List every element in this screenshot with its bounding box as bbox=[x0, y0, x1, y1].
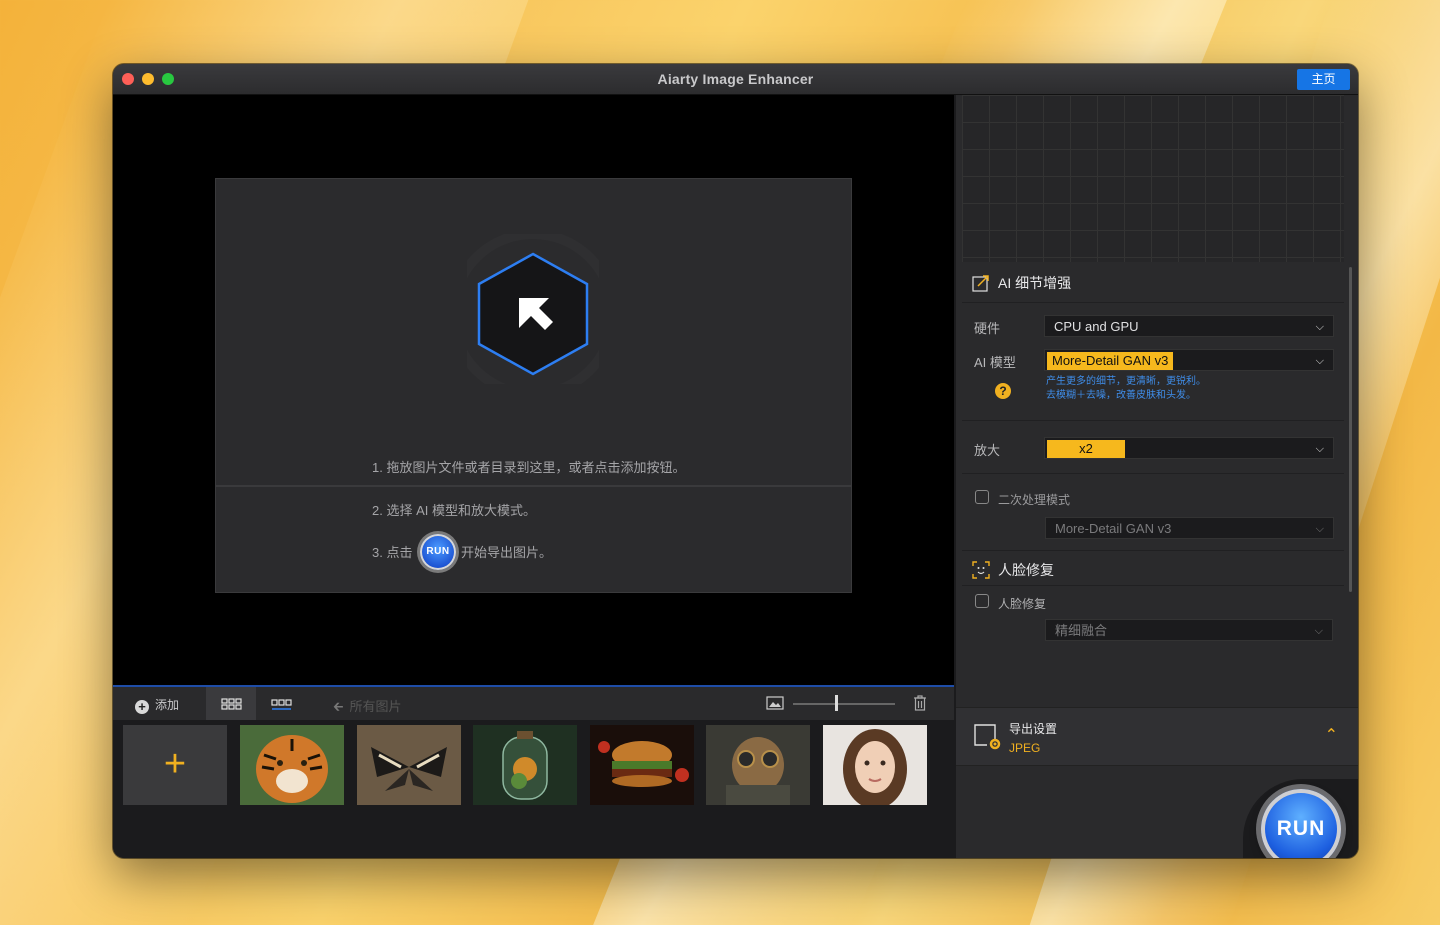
trash-icon[interactable] bbox=[913, 695, 927, 711]
thumbnail-portrait[interactable] bbox=[823, 725, 927, 805]
face-section-header: 人脸修复 bbox=[972, 560, 1054, 580]
ai-section-title: AI 细节增强 bbox=[998, 275, 1072, 291]
chevron-down-icon: ⌵ bbox=[1314, 625, 1323, 637]
help-icon[interactable]: ? bbox=[995, 383, 1011, 399]
instruction-step-1: 1. 拖放图片文件或者目录到这里，或者点击添加按钮。 bbox=[372, 460, 686, 475]
thumbnail-butterfly[interactable] bbox=[357, 725, 461, 805]
face-restore-label: 人脸修复 bbox=[998, 597, 1047, 611]
face-section-title: 人脸修复 bbox=[998, 562, 1054, 578]
hardware-label: 硬件 bbox=[974, 321, 1001, 336]
export-title: 导出设置 bbox=[1009, 722, 1058, 736]
view-grid-large-tab[interactable] bbox=[206, 687, 256, 720]
gallery-toolbar: + 添加 🡰 所有图片 bbox=[113, 685, 954, 720]
slider-handle[interactable] bbox=[835, 695, 838, 711]
chevron-down-icon: ⌵ bbox=[1315, 355, 1324, 367]
strip-view-icon bbox=[271, 699, 292, 710]
model-value: More-Detail GAN v3 bbox=[1047, 352, 1174, 370]
drop-zone[interactable]: 1. 拖放图片文件或者目录到这里，或者点击添加按钮。 bbox=[215, 178, 852, 486]
section-divider bbox=[962, 302, 1344, 303]
add-image-tile[interactable]: + bbox=[123, 725, 227, 805]
app-window: Aiarty Image Enhancer 主页 1. 拖放图片文件或者目录到这… bbox=[113, 64, 1358, 858]
thumbnail-steampunk-dog[interactable] bbox=[706, 725, 810, 805]
instruction-step-3-prefix: 3. 点击 bbox=[372, 545, 413, 560]
section-divider bbox=[962, 550, 1344, 551]
model-description-line2: 去模糊＋去噪，改善皮肤和头发。 bbox=[1046, 390, 1196, 401]
thumbnail-tiger[interactable] bbox=[240, 725, 344, 805]
hardware-value: CPU and GPU bbox=[1054, 319, 1139, 334]
image-canvas[interactable]: 1. 拖放图片文件或者目录到这里，或者点击添加按钮。 2. 选择 AI 模型和放… bbox=[113, 95, 954, 685]
panel-scrollbar[interactable] bbox=[1349, 267, 1352, 592]
section-divider bbox=[962, 473, 1344, 474]
scale-label: 放大 bbox=[974, 443, 1001, 458]
face-restore-checkbox[interactable] bbox=[975, 594, 989, 608]
second-pass-label: 二次处理模式 bbox=[998, 493, 1071, 507]
thumbnail-burger[interactable] bbox=[590, 725, 694, 805]
run-icon-inline: RUN bbox=[420, 534, 456, 570]
hardware-select[interactable]: CPU and GPU ⌵ bbox=[1044, 315, 1334, 337]
thumbnail-terrarium[interactable] bbox=[473, 725, 577, 805]
section-divider bbox=[962, 420, 1344, 421]
model-label: AI 模型 bbox=[974, 355, 1016, 370]
all-images-label: 所有图片 bbox=[349, 699, 402, 714]
export-format: JPEG bbox=[1009, 741, 1041, 755]
expand-up-icon[interactable]: ⌃︎ bbox=[1325, 725, 1338, 745]
grid-view-icon bbox=[221, 698, 242, 710]
add-button-label: 添加 bbox=[155, 698, 180, 712]
model-select[interactable]: More-Detail GAN v3 ⌵ bbox=[1044, 349, 1334, 371]
view-strip-tab[interactable] bbox=[256, 687, 306, 720]
image-size-icon bbox=[766, 696, 784, 710]
model-description-line1: 产生更多的细节，更清晰，更锐利。 bbox=[1046, 376, 1206, 387]
settings-panel: AI 细节增强 硬件 CPU and GPU ⌵ AI 模型 More-Deta… bbox=[956, 95, 1358, 858]
export-settings-icon bbox=[974, 724, 1001, 750]
export-settings-bar[interactable]: 导出设置 JPEG ⌃︎ bbox=[956, 707, 1358, 766]
instruction-panel: 2. 选择 AI 模型和放大模式。 3. 点击 RUN 开始导出图片。 bbox=[215, 486, 852, 593]
window-title: Aiarty Image Enhancer bbox=[657, 71, 814, 87]
all-images-filter[interactable]: 🡰 所有图片 bbox=[333, 696, 402, 720]
second-pass-checkbox[interactable] bbox=[975, 490, 989, 504]
plus-circle-icon: + bbox=[135, 700, 149, 714]
scale-select[interactable]: x2 ⌵ bbox=[1044, 437, 1334, 459]
chevron-down-icon: ⌵ bbox=[1315, 523, 1324, 535]
face-mode-value: 精细融合 bbox=[1055, 623, 1108, 638]
add-button[interactable]: + 添加 bbox=[135, 696, 179, 714]
section-divider bbox=[962, 585, 1344, 586]
back-arrow-icon: 🡰 bbox=[333, 699, 344, 714]
ai-section-header: AI 细节增强 bbox=[972, 273, 1071, 293]
home-button[interactable]: 主页 bbox=[1297, 69, 1350, 90]
instruction-step-3-suffix: 开始导出图片。 bbox=[461, 545, 553, 560]
add-files-hexagon[interactable] bbox=[448, 229, 618, 399]
instruction-step-2: 2. 选择 AI 模型和放大模式。 bbox=[372, 503, 536, 518]
thumbnail-size-slider[interactable] bbox=[793, 703, 895, 705]
face-mode-select[interactable]: 精细融合 ⌵ bbox=[1045, 619, 1333, 641]
chevron-down-icon: ⌵ bbox=[1315, 443, 1324, 455]
second-pass-model-value: More-Detail GAN v3 bbox=[1055, 521, 1172, 536]
preview-grid bbox=[962, 95, 1344, 262]
second-pass-model-select[interactable]: More-Detail GAN v3 ⌵ bbox=[1045, 517, 1334, 539]
title-bar: Aiarty Image Enhancer 主页 bbox=[113, 64, 1358, 95]
face-scan-icon bbox=[972, 561, 990, 579]
scale-value: x2 bbox=[1047, 440, 1125, 458]
enhance-icon bbox=[972, 275, 989, 292]
thumbnail-strip: + bbox=[113, 720, 954, 858]
chevron-down-icon: ⌵ bbox=[1315, 321, 1324, 333]
